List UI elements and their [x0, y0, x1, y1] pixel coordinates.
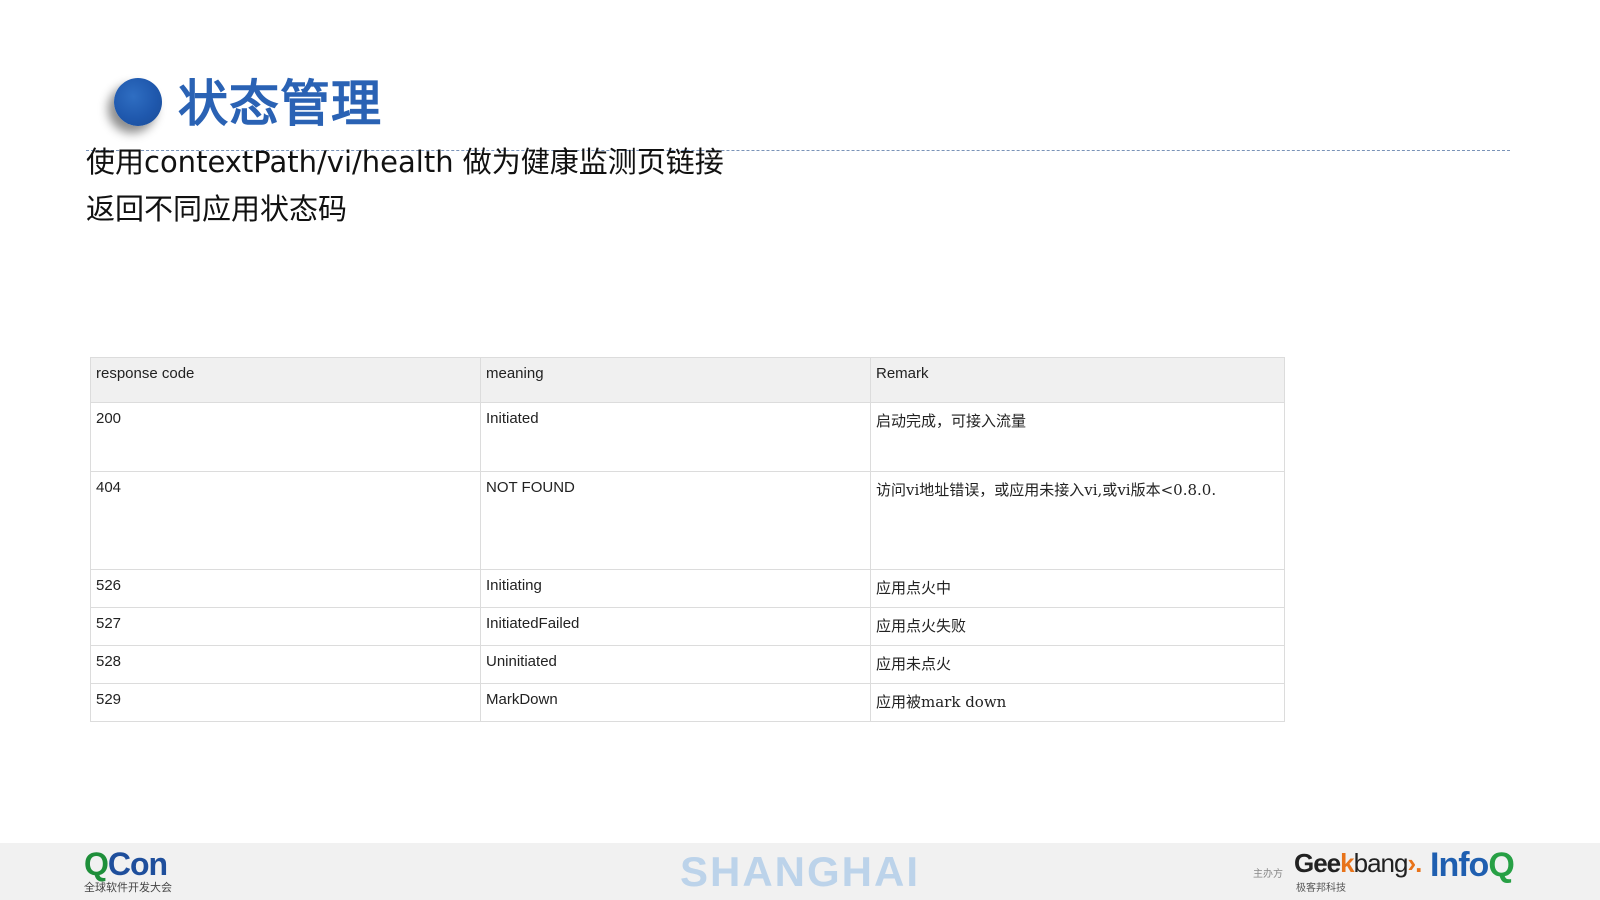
table-row: 404 NOT FOUND 访问vi地址错误，或应用未接入vi,或vi版本<0.… — [90, 471, 1285, 570]
cell-meaning: InitiatedFailed — [480, 607, 871, 646]
slide-title: 状态管理 — [178, 75, 382, 133]
cell-code: 526 — [90, 569, 481, 608]
cell-remark: 应用点火中 — [870, 569, 1285, 608]
cell-code: 528 — [90, 645, 481, 684]
slide-line-2: 返回不同应用状态码 — [86, 192, 348, 226]
infoq-logo-q: Q — [1488, 846, 1514, 884]
footer-bar: QCon 全球软件开发大会 SHANGHAI 主办方 Geekbang›. 极客… — [0, 843, 1600, 900]
cell-remark: 启动完成，可接入流量 — [870, 402, 1285, 472]
infoq-logo-info: Info — [1430, 846, 1489, 884]
geekbang-subtitle: 极客邦科技 — [1296, 883, 1346, 894]
cell-code: 404 — [90, 471, 481, 570]
header-remark: Remark — [870, 357, 1285, 403]
table-row: 529 MarkDown 应用被mark down — [90, 683, 1285, 722]
cell-remark: 访问vi地址错误，或应用未接入vi,或vi版本<0.8.0. — [870, 471, 1285, 570]
geekbang-logo-bang: bang — [1353, 848, 1409, 878]
header-meaning: meaning — [480, 357, 871, 403]
table-row: 528 Uninitiated 应用未点火 — [90, 645, 1285, 684]
status-code-table: response code meaning Remark 200 Initiat… — [90, 357, 1285, 722]
infoq-logo: InfoQ — [1430, 846, 1515, 884]
host-label: 主办方 — [1253, 869, 1283, 880]
cell-meaning: Initiated — [480, 402, 871, 472]
cell-code: 200 — [90, 402, 481, 472]
cell-meaning: Uninitiated — [480, 645, 871, 684]
cell-remark: 应用点火失败 — [870, 607, 1285, 646]
geekbang-arrow-icon: ›. — [1407, 848, 1422, 878]
table-row: 200 Initiated 启动完成，可接入流量 — [90, 402, 1285, 472]
geekbang-logo: Geekbang›. — [1294, 848, 1422, 878]
table-row: 527 InitiatedFailed 应用点火失败 — [90, 607, 1285, 646]
cell-code: 527 — [90, 607, 481, 646]
geekbang-logo-gee: Gee — [1294, 848, 1341, 878]
cell-remark: 应用被mark down — [870, 683, 1285, 722]
table-row: 526 Initiating 应用点火中 — [90, 569, 1285, 608]
slide-line-1: 使用contextPath/vi/health 做为健康监测页链接 — [86, 145, 724, 179]
cell-remark: 应用未点火 — [870, 645, 1285, 684]
cell-meaning: Initiating — [480, 569, 871, 608]
cell-code: 529 — [90, 683, 481, 722]
header-response-code: response code — [90, 357, 481, 403]
table-header-row: response code meaning Remark — [90, 357, 1285, 403]
cell-meaning: MarkDown — [480, 683, 871, 722]
title-bullet-icon — [114, 78, 162, 126]
geekbang-logo-k: k — [1340, 848, 1355, 878]
cell-meaning: NOT FOUND — [480, 471, 871, 570]
